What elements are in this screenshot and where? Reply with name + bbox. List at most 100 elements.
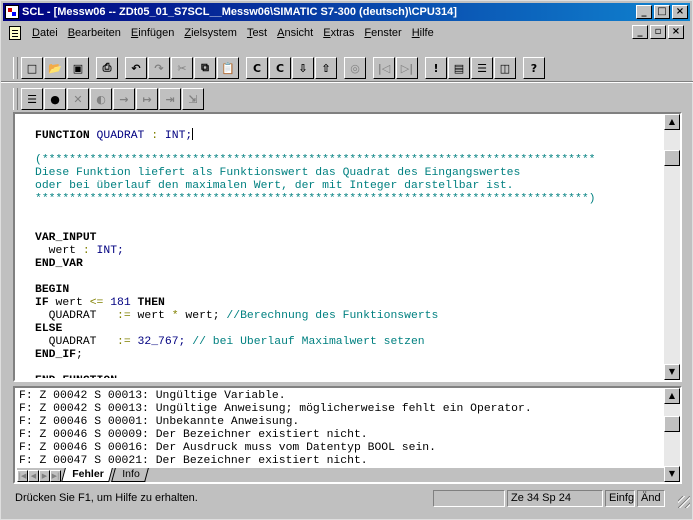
menu-bearbeiten[interactable]: Bearbeiten — [63, 27, 126, 39]
new-icon[interactable]: □ — [21, 57, 43, 79]
tab-info-label: Info — [121, 468, 140, 480]
error-message[interactable]: F: Z 00042 S 00013: Ungültige Variable. — [19, 390, 659, 403]
menu-datei[interactable]: Datei — [27, 27, 63, 39]
paste-icon[interactable]: 📋 — [217, 57, 239, 79]
monitor-icon[interactable]: ◎ — [344, 57, 366, 79]
error-message[interactable]: F: Z 00046 S 00009: Der Bezeichner exist… — [19, 429, 659, 442]
tile-horizontal-icon[interactable]: ☰ — [471, 57, 493, 79]
menu-extras[interactable]: Extras — [318, 27, 359, 39]
code-line: (***************************************… — [35, 154, 665, 167]
code-token: QUADRAT — [35, 310, 118, 322]
run-to-cursor-icon[interactable]: ↦ — [136, 88, 158, 110]
toolbar-divider — [1, 81, 693, 83]
set-breakpoint-icon[interactable]: ● — [44, 88, 66, 110]
breakpoints-list-icon[interactable]: ☰ — [21, 88, 43, 110]
code-editor[interactable]: FUNCTION QUADRAT : INT;​(***************… — [13, 112, 682, 382]
tile-vertical-icon[interactable]: ◫ — [494, 57, 516, 79]
code-token: QUADRAT — [89, 130, 152, 141]
save-icon[interactable]: ▣ — [67, 57, 89, 79]
menu-ansicht[interactable]: Ansicht — [272, 27, 318, 39]
code-token: IF — [35, 297, 49, 309]
print-icon[interactable]: ⎙ — [96, 57, 118, 79]
resize-grip-icon[interactable] — [678, 496, 690, 508]
compile-all-icon[interactable]: C — [269, 57, 291, 79]
menu-hilfe[interactable]: Hilfe — [407, 27, 439, 39]
error-list[interactable]: F: Z 00042 S 00013: Ungültige Variable. F… — [19, 390, 659, 468]
tab-last-icon[interactable]: ▶| — [50, 470, 61, 482]
code-line: Diese Funktion liefert als Funktionswert… — [35, 167, 665, 180]
goto-start-icon[interactable]: |◁ — [373, 57, 395, 79]
doc-minimize-button[interactable]: _ — [632, 25, 648, 39]
output-tab-bar: |◀ ◀ ▶ ▶| Fehler Info — [17, 468, 664, 482]
status-changed: Änd — [637, 490, 665, 507]
app-icon[interactable] — [5, 5, 19, 19]
title-bar[interactable]: SCL - [Messw06 -- ZDt05_01_S7SCL__Messw0… — [3, 3, 690, 21]
status-help-text: Drücken Sie F1, um Hilfe zu erhalten. — [15, 492, 198, 504]
copy-icon[interactable]: ⧉ — [194, 57, 216, 79]
standard-toolbar: □ 📂 ▣ ⎙ ↶ ↷ ✂ ⧉ 📋 C C ⇩ ⇧ ◎ |◁ ▷|! ▤ ☰ ◫? — [13, 55, 546, 81]
doc-restore-button[interactable]: ▫ — [650, 25, 666, 39]
code-token: := — [117, 310, 131, 322]
maximize-button[interactable]: □ — [654, 5, 670, 19]
next-breakpoint-icon[interactable]: → — [113, 88, 135, 110]
source-code[interactable]: FUNCTION QUADRAT : INT;​(***************… — [35, 128, 665, 378]
menu-zielsystem[interactable]: Zielsystem — [179, 27, 242, 39]
status-panel-empty — [433, 490, 505, 507]
output-vertical-scrollbar[interactable]: ▲ ▼ — [664, 388, 680, 482]
step-into-icon[interactable]: ⇲ — [182, 88, 204, 110]
error-icon[interactable]: ! — [425, 57, 447, 79]
error-message[interactable]: F: Z 00047 S 00021: Der Bezeichner exist… — [19, 455, 659, 468]
breakpoint-active-icon[interactable]: ◐ — [90, 88, 112, 110]
error-message[interactable]: F: Z 00046 S 00001: Unbekannte Anweisung… — [19, 416, 659, 429]
delete-breakpoint-icon[interactable]: ✕ — [67, 88, 89, 110]
status-insert-mode: Einfg — [605, 490, 635, 507]
code-token: END_FUNCTION — [35, 375, 117, 378]
error-message[interactable]: F: Z 00046 S 00016: Der Ausdruck muss vo… — [19, 442, 659, 455]
tab-next-icon[interactable]: ▶ — [39, 470, 50, 482]
compile-icon[interactable]: C — [246, 57, 268, 79]
tab-first-icon[interactable]: |◀ — [17, 470, 28, 482]
minimize-button[interactable]: _ — [636, 5, 652, 19]
cascade-icon[interactable]: ▤ — [448, 57, 470, 79]
code-token: oder bei überlauf den maximalen Wert, de… — [35, 180, 514, 192]
output-scroll-up-icon[interactable]: ▲ — [664, 388, 680, 404]
open-icon[interactable]: 📂 — [44, 57, 66, 79]
code-token: <= — [89, 297, 104, 309]
menu-fenster[interactable]: Fenster — [359, 27, 406, 39]
editor-scroll-thumb[interactable] — [664, 150, 680, 166]
menu-einfuegen[interactable]: Einfügen — [126, 27, 179, 39]
output-scroll-down-icon[interactable]: ▼ — [664, 466, 680, 482]
code-line: ​ — [35, 206, 665, 219]
scroll-up-icon[interactable]: ▲ — [664, 114, 680, 130]
editor-vertical-scrollbar[interactable]: ▲ ▼ — [664, 114, 680, 380]
tab-fehler[interactable]: Fehler — [61, 468, 113, 482]
code-token: * — [171, 310, 179, 322]
close-button[interactable]: × — [672, 5, 688, 19]
code-line: END_VAR — [35, 258, 665, 271]
cut-icon[interactable]: ✂ — [171, 57, 193, 79]
upload-icon[interactable]: ⇧ — [315, 57, 337, 79]
toolbar-grip[interactable] — [13, 57, 18, 79]
context-help-icon[interactable]: ? — [523, 57, 545, 79]
redo-icon[interactable]: ↷ — [148, 57, 170, 79]
step-icon[interactable]: ⇥ — [159, 88, 181, 110]
code-line: END_FUNCTION — [35, 375, 665, 378]
code-token: Diese Funktion liefert als Funktionswert… — [35, 167, 521, 179]
download-icon[interactable]: ⇩ — [292, 57, 314, 79]
scroll-down-icon[interactable]: ▼ — [664, 364, 680, 380]
tab-prev-icon[interactable]: ◀ — [28, 470, 39, 482]
error-message[interactable]: F: Z 00042 S 00013: Ungültige Anweisung;… — [19, 403, 659, 416]
menu-bar: Datei Bearbeiten Einfügen Zielsystem Tes… — [3, 23, 690, 42]
output-scroll-thumb[interactable] — [664, 416, 680, 432]
window-title: SCL - [Messw06 -- ZDt05_01_S7SCL__Messw0… — [22, 6, 457, 18]
code-token: INT; — [89, 245, 124, 257]
toolbar-grip[interactable] — [13, 88, 18, 110]
goto-end-icon[interactable]: ▷| — [396, 57, 418, 79]
code-line: VAR_INPUT — [35, 232, 665, 245]
code-token: QUADRAT — [35, 336, 118, 348]
menu-test[interactable]: Test — [242, 27, 272, 39]
tab-info[interactable]: Info — [110, 468, 148, 482]
document-icon[interactable] — [9, 25, 21, 40]
undo-icon[interactable]: ↶ — [125, 57, 147, 79]
doc-close-button[interactable]: × — [668, 25, 684, 39]
